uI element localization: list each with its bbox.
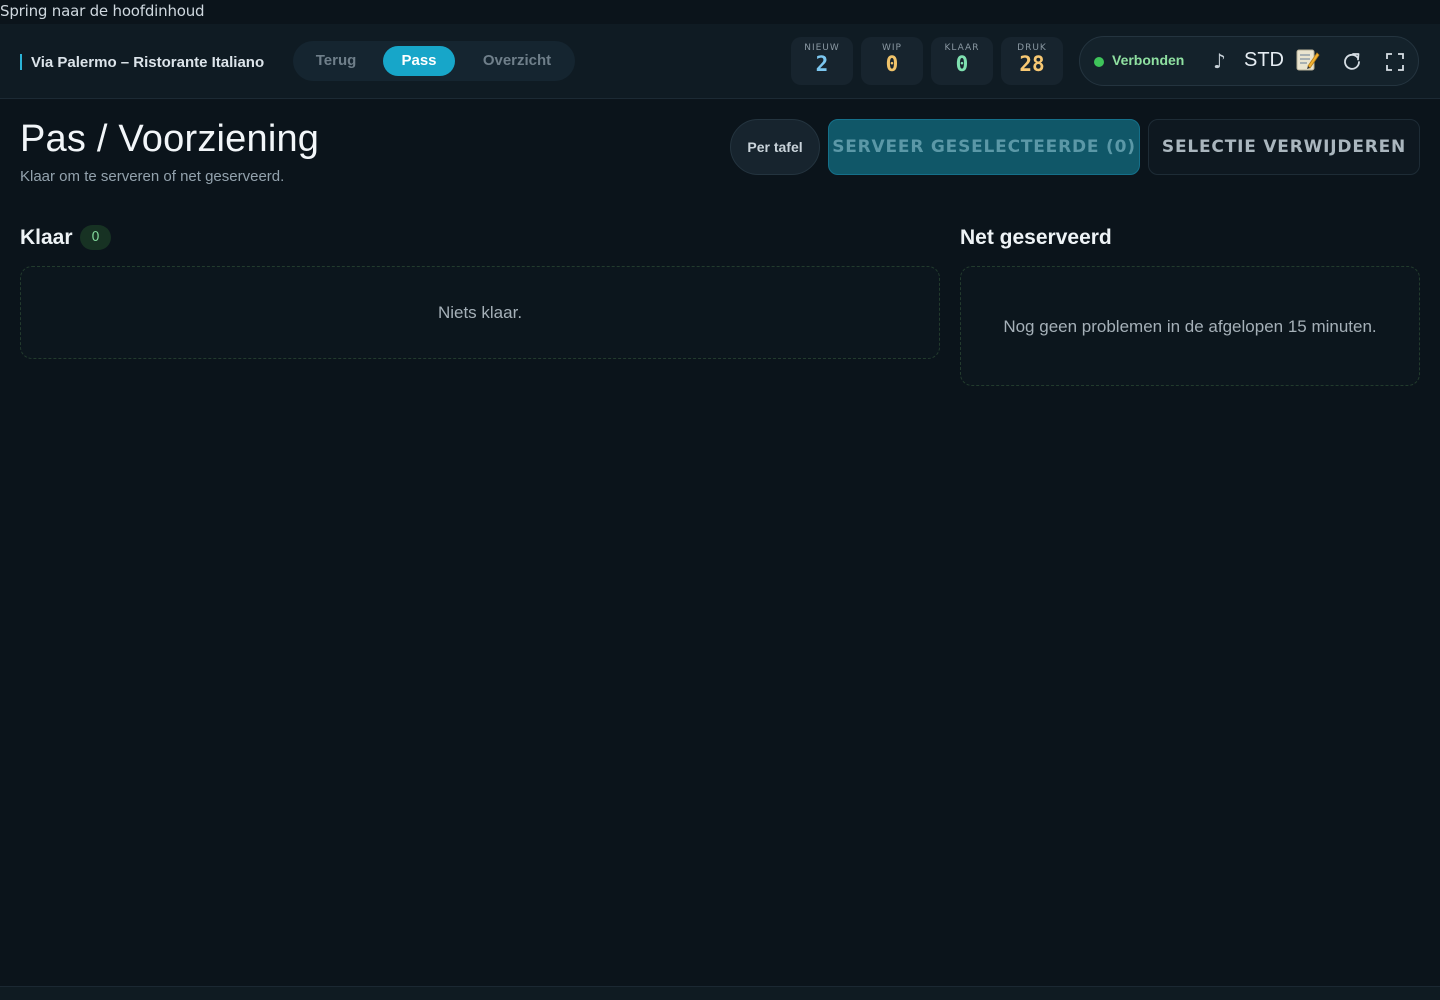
music-note-icon[interactable]: ♪ [1213,49,1226,73]
memo-icon[interactable] [1294,47,1320,73]
per-table-button[interactable]: Per tafel [730,119,820,175]
mode-label[interactable]: STD [1244,49,1284,72]
counter-wip-value: 0 [885,52,899,76]
counter-ready-value: 0 [955,52,969,76]
counter-busy: DRUK 28 [1001,37,1063,85]
brand: Via Palermo – Ristorante Italiano [20,52,264,72]
page-subtitle: Klaar om te serveren of net geserveerd. [20,168,285,185]
counter-ready: KLAAR 0 [931,37,993,85]
page-title: Pas / Voorziening [20,118,320,160]
ready-count-badge: 0 [80,225,111,250]
recently-served-empty-state: Nog geen problemen in de afgelopen 15 mi… [960,266,1420,386]
recently-served-empty-text: Nog geen problemen in de afgelopen 15 mi… [1003,316,1377,336]
nav-pass[interactable]: Pass [383,46,455,76]
connection-status-dot [1094,57,1104,67]
fullscreen-icon[interactable] [1386,53,1404,71]
recently-served-title: Net geserveerd [960,226,1112,249]
refresh-icon[interactable] [1342,51,1362,71]
counter-wip: WIP 0 [861,37,923,85]
ready-empty-state: Niets klaar. [20,266,940,359]
top-bar: Via Palermo – Ristorante Italiano Terug … [0,24,1440,99]
ready-empty-text: Niets klaar. [437,303,523,322]
counter-new-value: 2 [815,52,829,76]
nav-overview[interactable]: Overzicht [469,46,565,76]
bottom-bar [0,986,1440,1000]
counter-busy-value: 28 [1019,52,1045,76]
nav-back[interactable]: Terug [303,46,369,76]
connection-status-text: Verbonden [1112,52,1185,68]
remove-selection-button[interactable]: SELECTIE VERWIJDEREN [1148,119,1420,175]
brand-accent-bar [20,54,22,70]
counter-new: NIEUW 2 [791,37,853,85]
skip-to-content-link[interactable]: Spring naar de hoofdinhoud [0,2,205,20]
serve-selected-button[interactable]: SERVEER GESELECTEERDE (0) [828,119,1140,175]
status-controls: Verbonden ♪ STD [1079,36,1419,86]
brand-name: Via Palermo – Ristorante Italiano [31,53,265,71]
main-navigation: Terug Pass Overzicht [293,41,575,81]
ready-section-title: Klaar [20,226,73,249]
